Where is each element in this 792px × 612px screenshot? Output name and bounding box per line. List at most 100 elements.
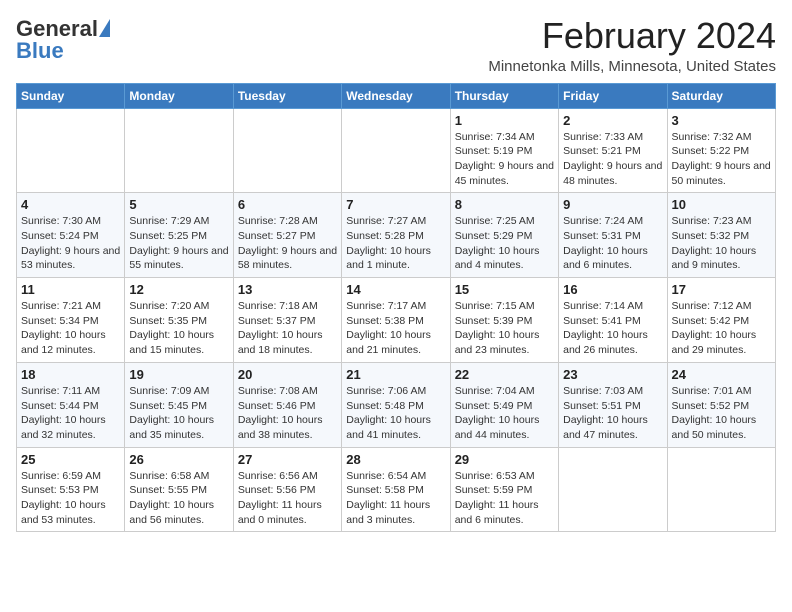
calendar-cell: 26 Sunrise: 6:58 AMSunset: 5:55 PMDayligh… — [125, 447, 233, 532]
day-info: Sunrise: 6:53 AMSunset: 5:59 PMDaylight:… — [455, 469, 554, 528]
day-number: 13 — [238, 282, 337, 297]
calendar-cell: 21 Sunrise: 7:06 AMSunset: 5:48 PMDayligh… — [342, 362, 450, 447]
calendar-cell: 16Sunrise: 7:14 AMSunset: 5:41 PMDayligh… — [559, 278, 667, 363]
calendar-cell: 27 Sunrise: 6:56 AMSunset: 5:56 PMDayligh… — [233, 447, 341, 532]
calendar-week-0: 1 Sunrise: 7:34 AMSunset: 5:19 PMDaylight… — [17, 108, 776, 193]
day-number: 21 — [346, 367, 445, 382]
day-info: Sunrise: 7:18 AMSunset: 5:37 PMDaylight:… — [238, 299, 337, 358]
day-info: Sunrise: 7:24 AMSunset: 5:31 PMDaylight:… — [563, 214, 662, 273]
day-info: Sunrise: 7:03 AMSunset: 5:51 PMDaylight:… — [563, 384, 662, 443]
calendar-cell: 6 Sunrise: 7:28 AMSunset: 5:27 PMDaylight… — [233, 193, 341, 278]
day-number: 9 — [563, 197, 662, 212]
day-info: Sunrise: 7:23 AMSunset: 5:32 PMDaylight:… — [672, 214, 771, 273]
logo-blue: Blue — [16, 38, 64, 64]
col-header-saturday: Saturday — [667, 83, 775, 108]
calendar-cell: 5Sunrise: 7:29 AMSunset: 5:25 PMDaylight… — [125, 193, 233, 278]
calendar-header-row: SundayMondayTuesdayWednesdayThursdayFrid… — [17, 83, 776, 108]
day-number: 6 — [238, 197, 337, 212]
calendar-week-3: 18 Sunrise: 7:11 AMSunset: 5:44 PMDayligh… — [17, 362, 776, 447]
calendar-cell — [233, 108, 341, 193]
calendar-cell: 14 Sunrise: 7:17 AMSunset: 5:38 PMDayligh… — [342, 278, 450, 363]
day-number: 25 — [21, 452, 120, 467]
day-info: Sunrise: 7:06 AMSunset: 5:48 PMDaylight:… — [346, 384, 445, 443]
day-info: Sunrise: 7:27 AMSunset: 5:28 PMDaylight:… — [346, 214, 445, 273]
day-number: 14 — [346, 282, 445, 297]
calendar-cell: 22 Sunrise: 7:04 AMSunset: 5:49 PMDayligh… — [450, 362, 558, 447]
calendar-cell: 28 Sunrise: 6:54 AMSunset: 5:58 PMDayligh… — [342, 447, 450, 532]
day-number: 24 — [672, 367, 771, 382]
day-number: 8 — [455, 197, 554, 212]
calendar-cell: 29 Sunrise: 6:53 AMSunset: 5:59 PMDayligh… — [450, 447, 558, 532]
day-info: Sunrise: 7:04 AMSunset: 5:49 PMDaylight:… — [455, 384, 554, 443]
day-number: 26 — [129, 452, 228, 467]
day-number: 20 — [238, 367, 337, 382]
day-info: Sunrise: 6:59 AMSunset: 5:53 PMDaylight:… — [21, 469, 120, 528]
day-info: Sunrise: 7:14 AMSunset: 5:41 PMDaylight:… — [563, 299, 662, 358]
day-info: Sunrise: 7:30 AMSunset: 5:24 PMDaylight:… — [21, 214, 120, 273]
logo-triangle-icon — [99, 19, 110, 37]
day-info: Sunrise: 6:58 AMSunset: 5:55 PMDaylight:… — [129, 469, 228, 528]
day-number: 10 — [672, 197, 771, 212]
day-number: 27 — [238, 452, 337, 467]
calendar-week-4: 25 Sunrise: 6:59 AMSunset: 5:53 PMDayligh… — [17, 447, 776, 532]
calendar-cell: 24 Sunrise: 7:01 AMSunset: 5:52 PMDayligh… — [667, 362, 775, 447]
day-info: Sunrise: 6:56 AMSunset: 5:56 PMDaylight:… — [238, 469, 337, 528]
day-number: 23 — [563, 367, 662, 382]
calendar-cell — [667, 447, 775, 532]
day-info: Sunrise: 7:12 AMSunset: 5:42 PMDaylight:… — [672, 299, 771, 358]
day-number: 18 — [21, 367, 120, 382]
calendar-cell: 13 Sunrise: 7:18 AMSunset: 5:37 PMDayligh… — [233, 278, 341, 363]
calendar-cell: 17 Sunrise: 7:12 AMSunset: 5:42 PMDayligh… — [667, 278, 775, 363]
calendar-cell: 9 Sunrise: 7:24 AMSunset: 5:31 PMDaylight… — [559, 193, 667, 278]
calendar-week-1: 4 Sunrise: 7:30 AMSunset: 5:24 PMDaylight… — [17, 193, 776, 278]
day-number: 5 — [129, 197, 228, 212]
day-number: 19 — [129, 367, 228, 382]
calendar-cell: 25 Sunrise: 6:59 AMSunset: 5:53 PMDayligh… — [17, 447, 125, 532]
col-header-wednesday: Wednesday — [342, 83, 450, 108]
day-number: 15 — [455, 282, 554, 297]
day-info: Sunrise: 6:54 AMSunset: 5:58 PMDaylight:… — [346, 469, 445, 528]
calendar-cell: 15 Sunrise: 7:15 AMSunset: 5:39 PMDayligh… — [450, 278, 558, 363]
calendar-week-2: 11 Sunrise: 7:21 AMSunset: 5:34 PMDayligh… — [17, 278, 776, 363]
col-header-monday: Monday — [125, 83, 233, 108]
day-info: Sunrise: 7:17 AMSunset: 5:38 PMDaylight:… — [346, 299, 445, 358]
day-number: 22 — [455, 367, 554, 382]
calendar-cell: 23 Sunrise: 7:03 AMSunset: 5:51 PMDayligh… — [559, 362, 667, 447]
day-info: Sunrise: 7:28 AMSunset: 5:27 PMDaylight:… — [238, 214, 337, 273]
col-header-tuesday: Tuesday — [233, 83, 341, 108]
calendar-table: SundayMondayTuesdayWednesdayThursdayFrid… — [16, 83, 776, 533]
calendar-cell: 1 Sunrise: 7:34 AMSunset: 5:19 PMDaylight… — [450, 108, 558, 193]
day-number: 3 — [672, 113, 771, 128]
calendar-cell: 19 Sunrise: 7:09 AMSunset: 5:45 PMDayligh… — [125, 362, 233, 447]
day-info: Sunrise: 7:15 AMSunset: 5:39 PMDaylight:… — [455, 299, 554, 358]
page-header: General Blue February 2024 Minnetonka Mi… — [16, 16, 776, 75]
calendar-cell: 7Sunrise: 7:27 AMSunset: 5:28 PMDaylight… — [342, 193, 450, 278]
calendar-cell — [17, 108, 125, 193]
day-info: Sunrise: 7:32 AMSunset: 5:22 PMDaylight:… — [672, 130, 771, 189]
day-info: Sunrise: 7:09 AMSunset: 5:45 PMDaylight:… — [129, 384, 228, 443]
day-number: 12 — [129, 282, 228, 297]
day-number: 2 — [563, 113, 662, 128]
day-info: Sunrise: 7:21 AMSunset: 5:34 PMDaylight:… — [21, 299, 120, 358]
day-info: Sunrise: 7:34 AMSunset: 5:19 PMDaylight:… — [455, 130, 554, 189]
col-header-friday: Friday — [559, 83, 667, 108]
day-info: Sunrise: 7:01 AMSunset: 5:52 PMDaylight:… — [672, 384, 771, 443]
calendar-cell: 12Sunrise: 7:20 AMSunset: 5:35 PMDayligh… — [125, 278, 233, 363]
month-title: February 2024 — [488, 16, 776, 56]
day-number: 1 — [455, 113, 554, 128]
calendar-cell: 8Sunrise: 7:25 AMSunset: 5:29 PMDaylight… — [450, 193, 558, 278]
calendar-cell: 2Sunrise: 7:33 AMSunset: 5:21 PMDaylight… — [559, 108, 667, 193]
day-number: 17 — [672, 282, 771, 297]
col-header-sunday: Sunday — [17, 83, 125, 108]
day-info: Sunrise: 7:11 AMSunset: 5:44 PMDaylight:… — [21, 384, 120, 443]
calendar-cell: 11 Sunrise: 7:21 AMSunset: 5:34 PMDayligh… — [17, 278, 125, 363]
day-number: 28 — [346, 452, 445, 467]
col-header-thursday: Thursday — [450, 83, 558, 108]
day-number: 4 — [21, 197, 120, 212]
title-block: February 2024 Minnetonka Mills, Minnesot… — [488, 16, 776, 75]
calendar-cell: 20 Sunrise: 7:08 AMSunset: 5:46 PMDayligh… — [233, 362, 341, 447]
day-number: 11 — [21, 282, 120, 297]
day-number: 29 — [455, 452, 554, 467]
day-info: Sunrise: 7:08 AMSunset: 5:46 PMDaylight:… — [238, 384, 337, 443]
calendar-cell — [125, 108, 233, 193]
